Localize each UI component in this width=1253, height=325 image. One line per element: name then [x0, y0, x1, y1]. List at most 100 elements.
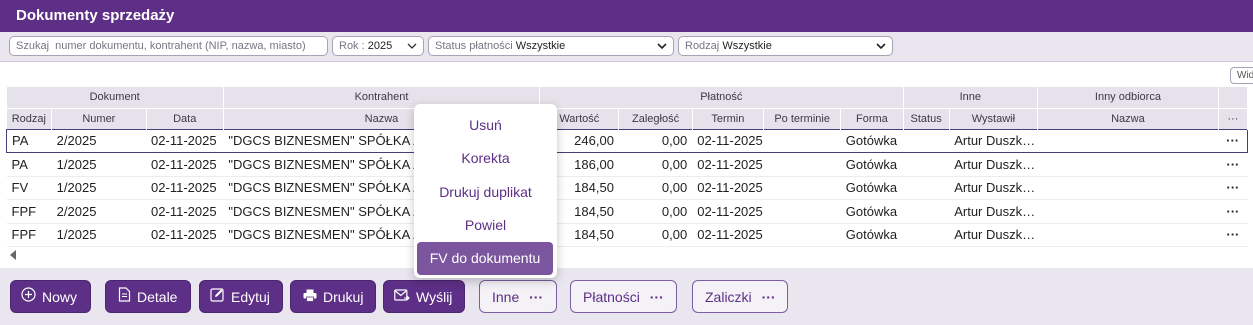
group-header-document: Dokument: [6, 87, 224, 108]
cell-due-date: 02-11-2025: [692, 152, 764, 177]
row-menu-button[interactable]: ···: [1218, 128, 1249, 153]
search-field[interactable]: [9, 36, 328, 56]
cell-status: [903, 128, 950, 153]
plus-circle-icon: [21, 282, 36, 313]
cell-recipient-name: [1037, 176, 1219, 200]
cell-payment-form: Gotówka: [840, 128, 904, 153]
edit-icon: [210, 282, 225, 313]
chevron-down-icon: [876, 37, 886, 55]
cell-date: 02-11-2025: [146, 199, 224, 224]
cell-recipient-name: [1037, 128, 1219, 153]
group-header-payment: Płatność: [539, 87, 904, 108]
menu-item-print-duplicate[interactable]: Drukuj duplikat: [414, 177, 557, 207]
row-menu-button[interactable]: ···: [1218, 176, 1248, 200]
cell-status: [903, 199, 950, 224]
cell-number: 1/2025: [51, 176, 147, 200]
mail-send-icon: [394, 282, 410, 313]
documents-table: Dokument Kontrahent Płatność Inne Inny o…: [5, 87, 1249, 247]
edit-button[interactable]: Edytuj: [199, 280, 283, 313]
row-menu-button[interactable]: ···: [1218, 152, 1248, 177]
cell-overdue: [763, 199, 841, 224]
table-row[interactable]: PA 2/2025 02-11-2025 "DGCS BIZNESMEN" SPÓŁK…: [5, 128, 1249, 153]
cell-date: 02-11-2025: [146, 128, 224, 153]
column-header-number[interactable]: Numer: [51, 107, 147, 129]
cell-overdue: [763, 128, 841, 153]
cell-issued-by: Artur Duszk…: [949, 223, 1038, 247]
menu-item-invoice-from-document[interactable]: FV do dokumentu: [417, 242, 553, 275]
column-header-payment-form[interactable]: Forma: [840, 107, 904, 129]
column-header-type[interactable]: Rodzaj: [6, 107, 53, 129]
kind-select[interactable]: Rodzaj Wszystkie: [678, 36, 893, 56]
more-icon: ···: [529, 288, 544, 305]
cell-status: [903, 152, 950, 177]
cell-due-date: 02-11-2025: [692, 128, 764, 153]
scroll-left-icon[interactable]: [9, 250, 17, 263]
cell-type: FPF: [6, 199, 52, 224]
cell-overdue: [763, 223, 841, 247]
column-header-arrears[interactable]: Zaległość: [618, 107, 693, 129]
cell-date: 02-11-2025: [146, 152, 224, 177]
payment-status-value: Wszystkie: [515, 40, 566, 52]
cell-arrears: 0,00: [618, 199, 693, 224]
advances-button[interactable]: Zaliczki ···: [692, 280, 788, 313]
payments-button[interactable]: Płatności ···: [570, 280, 677, 313]
table-row[interactable]: PA 1/2025 02-11-2025 "DGCS BIZNESMEN" SPÓŁK…: [6, 152, 1248, 177]
table-row[interactable]: FPF 1/2025 02-11-2025 "DGCS BIZNESMEN" SPÓŁ…: [6, 223, 1248, 247]
cell-due-date: 02-11-2025: [692, 199, 764, 224]
new-button[interactable]: Nowy: [10, 280, 91, 313]
payment-status-label: Status płatności: [435, 40, 513, 52]
print-button[interactable]: Drukuj: [290, 280, 376, 313]
page-title: Dokumenty sprzedaży: [0, 0, 1253, 32]
horizontal-scrollbar[interactable]: [6, 248, 1248, 266]
cell-number: 2/2025: [51, 199, 147, 224]
table-row[interactable]: FPF 2/2025 02-11-2025 "DGCS BIZNESMEN" SPÓŁ…: [6, 199, 1248, 224]
menu-item-duplicate[interactable]: Powiel: [414, 210, 557, 240]
chevron-down-icon: [657, 37, 667, 55]
column-header-date[interactable]: Data: [146, 107, 224, 129]
send-button[interactable]: Wyślij: [383, 280, 465, 313]
cell-payment-form: Gotówka: [840, 223, 904, 247]
year-value: 2025: [367, 40, 393, 52]
year-select[interactable]: Rok : 2025: [332, 36, 424, 56]
column-header-overdue[interactable]: Po terminie: [763, 107, 842, 129]
cell-due-date: 02-11-2025: [692, 223, 764, 247]
kind-label: Rodzaj: [685, 40, 720, 52]
column-header-due-date[interactable]: Termin: [692, 107, 765, 129]
cell-arrears: 0,00: [618, 152, 693, 177]
menu-item-delete[interactable]: Usuń: [414, 110, 557, 140]
cell-overdue: [763, 152, 841, 177]
cell-type: PA: [6, 152, 52, 177]
document-icon: [118, 282, 131, 313]
view-options-button[interactable]: Wid: [1230, 67, 1253, 84]
other-actions-button[interactable]: Inne ···: [479, 280, 557, 313]
cell-due-date: 02-11-2025: [692, 176, 764, 200]
payment-status-select[interactable]: Status płatności Wszystkie: [428, 36, 674, 56]
more-icon: ···: [649, 288, 664, 305]
menu-item-correction[interactable]: Korekta: [414, 143, 557, 173]
cell-arrears: 0,00: [618, 128, 693, 153]
group-header-other: Inne: [903, 87, 1039, 108]
app-window: Dokumenty sprzedaży Rok : 2025 Status pł…: [0, 0, 1253, 325]
column-header-status[interactable]: Status: [903, 107, 950, 129]
year-label: Rok :: [339, 40, 365, 52]
search-input[interactable]: [16, 37, 321, 55]
context-menu: Usuń Korekta Drukuj duplikat Powiel FV d…: [414, 104, 557, 278]
cell-status: [903, 223, 950, 247]
cell-number: 1/2025: [51, 223, 147, 247]
cell-number: 2/2025: [51, 128, 147, 153]
printer-icon: [303, 282, 317, 313]
cell-type: FPF: [6, 223, 52, 247]
cell-issued-by: Artur Duszk…: [949, 152, 1038, 177]
columns-menu-button[interactable]: ···: [1218, 107, 1249, 129]
column-header-recipient-name[interactable]: Nazwa: [1037, 107, 1219, 129]
group-header-empty: [1218, 87, 1249, 108]
table-row[interactable]: FV 1/2025 02-11-2025 "DGCS BIZNESMEN" SPÓŁK…: [6, 176, 1248, 200]
cell-issued-by: Artur Duszk…: [949, 176, 1038, 200]
cell-overdue: [763, 176, 841, 200]
column-header-issued-by[interactable]: Wystawił: [949, 107, 1039, 129]
row-menu-button[interactable]: ···: [1218, 199, 1248, 224]
details-button[interactable]: Detale: [105, 280, 191, 313]
chevron-down-icon: [407, 37, 417, 55]
row-menu-button[interactable]: ···: [1218, 223, 1248, 247]
cell-type: PA: [5, 128, 52, 153]
